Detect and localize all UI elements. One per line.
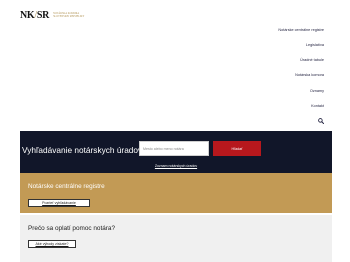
benefits-button[interactable]: Aké výhody získate? <box>28 240 76 248</box>
registers-card: Notárske centrálne registre Pozrieť vyhľ… <box>20 173 332 213</box>
logo-text-line2: Slovenskej republiky <box>53 15 85 18</box>
nav-item-notarske-registre[interactable]: Notárske centrálne registre <box>278 28 324 32</box>
nav-item-legislativa[interactable]: Legislatíva <box>306 43 324 47</box>
nav-item-notarska-komora[interactable]: Notárska komora <box>295 73 324 77</box>
site-logo[interactable]: NK/SR Notárska komora Slovenskej republi… <box>20 8 84 22</box>
registers-card-title: Notárske centrálne registre <box>28 183 105 190</box>
search-button[interactable]: Hľadať <box>213 141 261 156</box>
benefits-card-title: Prečo sa oplatí pomoc notára? <box>28 225 116 232</box>
search-icon[interactable] <box>318 118 324 124</box>
notary-search-hero: Vyhľadávanie notárskych úradov v SR Hľad… <box>20 131 332 173</box>
view-search-button[interactable]: Pozrieť vyhľadávanie <box>28 199 90 207</box>
logo-mark: NK/SR <box>20 9 50 21</box>
logo-text: Notárska komora Slovenskej republiky <box>53 12 84 18</box>
nav-item-uradne-tabule[interactable]: Úradné tabule <box>300 58 324 62</box>
notary-search-input[interactable] <box>139 141 209 156</box>
nav-item-kontakt[interactable]: Kontakt <box>311 104 324 108</box>
nav-item-oznamy[interactable]: Oznamy <box>310 89 324 93</box>
benefits-card: Prečo sa oplatí pomoc notára? Aké výhody… <box>20 215 332 262</box>
notary-list-link[interactable]: Zoznam notárskych úradov <box>20 164 332 168</box>
